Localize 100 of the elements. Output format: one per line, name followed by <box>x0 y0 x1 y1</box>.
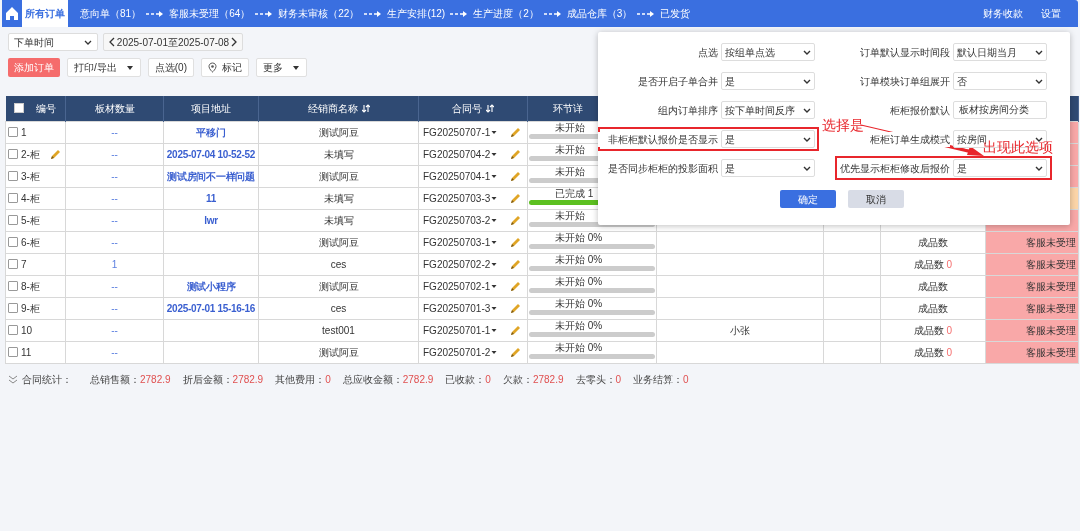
dialog-button[interactable]: 确定 <box>779 190 836 208</box>
progress-text: 已完成 1 <box>555 187 594 200</box>
date-range-picker[interactable]: 2025-07-01至2025-07-08 <box>103 33 243 51</box>
table-cell: -- <box>111 170 118 182</box>
pencil-icon[interactable] <box>509 170 521 182</box>
nav-tab[interactable]: 成品仓库（3） <box>564 0 635 27</box>
arrow-icon <box>146 9 165 18</box>
address-link[interactable]: 11 <box>206 192 216 204</box>
field-label: 组内订单排序 <box>658 104 718 116</box>
settings-select[interactable]: 是 <box>953 159 1047 177</box>
nav-tab[interactable]: 生产进度（2） <box>471 0 541 27</box>
pencil-icon[interactable] <box>509 324 521 336</box>
date-field-select[interactable]: 下单时间 <box>8 33 98 51</box>
row-checkbox[interactable] <box>8 325 18 335</box>
row-checkbox[interactable] <box>8 347 18 357</box>
chevron-down-icon <box>1035 164 1043 172</box>
chevron-down-icon <box>803 135 811 143</box>
chevron-down-icon <box>84 38 92 46</box>
address-link[interactable]: lwr <box>204 214 218 226</box>
pencil-icon[interactable] <box>509 214 521 226</box>
settings-input[interactable]: 板材按房间分类 <box>953 101 1047 119</box>
table-cell: 测试阿豆 <box>318 126 359 138</box>
nav-tab[interactable]: 生产安排(12) <box>385 0 448 27</box>
pencil-icon[interactable] <box>509 192 521 204</box>
row-checkbox[interactable] <box>8 259 18 269</box>
action-button[interactable]: 标记 <box>201 58 249 77</box>
field-label: 订单默认显示时间段 <box>860 46 950 58</box>
table-cell: ces <box>330 258 347 270</box>
table-cell: -- <box>111 236 118 248</box>
settings-select[interactable]: 按下单时间反序 <box>721 101 815 119</box>
nav-tab[interactable]: 已发货 <box>658 0 693 27</box>
nav-tab[interactable]: 财务未审核（22） <box>276 0 362 27</box>
pencil-icon[interactable] <box>509 148 521 160</box>
settings-select[interactable]: 按组单点选 <box>721 43 815 61</box>
chevron-down-icon <box>1035 77 1043 85</box>
row-number: 6-柜 <box>21 235 40 250</box>
settings-select[interactable]: 否 <box>953 72 1047 90</box>
collapse-icon[interactable] <box>8 375 18 384</box>
pencil-icon[interactable] <box>509 126 521 138</box>
pencil-icon[interactable] <box>49 148 61 160</box>
select-all-checkbox[interactable] <box>14 103 25 114</box>
settings-select[interactable]: 是 <box>721 72 815 90</box>
settings-select[interactable]: 默认日期当月 <box>953 43 1047 61</box>
progress-text: 未开始 <box>555 143 585 156</box>
row-checkbox[interactable] <box>8 127 18 137</box>
sort-icon[interactable] <box>486 103 494 113</box>
row-number: 7 <box>21 257 27 272</box>
chevron-down-icon <box>803 164 811 172</box>
dialog-button[interactable]: 取消 <box>847 190 904 208</box>
pencil-icon[interactable] <box>509 346 521 358</box>
caret-icon <box>491 239 498 245</box>
settings-select[interactable]: 是 <box>721 130 815 148</box>
annotation-text: 选择是 <box>822 118 864 132</box>
action-button[interactable]: 点选(0) <box>147 58 194 77</box>
field-label: 优先显示柜柜修改后报价 <box>840 162 950 174</box>
table-cell: 测试阿豆 <box>318 170 359 182</box>
table-cell: 1 <box>111 258 118 270</box>
nav-link[interactable]: 财务收款 <box>983 6 1023 21</box>
row-checkbox[interactable] <box>8 149 18 159</box>
caret-icon <box>491 195 498 201</box>
row-checkbox[interactable] <box>8 281 18 291</box>
nav-tab[interactable]: 客服未受理（64） <box>167 0 253 27</box>
arrow-icon <box>364 9 383 18</box>
action-button[interactable]: 打印/导出 <box>67 58 141 77</box>
pencil-icon[interactable] <box>509 236 521 248</box>
caret-icon <box>491 327 498 333</box>
caret-icon <box>491 173 498 179</box>
action-button[interactable]: 更多 <box>256 58 307 77</box>
nav-tab[interactable]: 所有订单 <box>22 0 68 27</box>
progress-text: 未开始 0% <box>555 341 603 354</box>
arrow-icon <box>450 9 469 18</box>
nav-tab[interactable]: 意向单（81） <box>78 0 144 27</box>
chevron-right-icon[interactable] <box>230 37 238 47</box>
nav-link[interactable]: 设置 <box>1041 6 1061 21</box>
table-cell: -- <box>111 302 118 314</box>
caret-icon <box>491 129 498 135</box>
pencil-icon[interactable] <box>509 302 521 314</box>
pencil-icon[interactable] <box>509 258 521 270</box>
caret-icon <box>491 261 498 267</box>
summary-item: 去零头：0 <box>575 373 622 387</box>
row-checkbox[interactable] <box>8 193 18 203</box>
row-checkbox[interactable] <box>8 237 18 247</box>
table-cell: -- <box>111 214 118 226</box>
row-checkbox[interactable] <box>8 171 18 181</box>
table-cell: 测试阿豆 <box>318 280 359 292</box>
row-number: 10 <box>21 323 33 338</box>
column-header: 合同号 <box>452 101 482 116</box>
chevron-down-icon <box>803 106 811 114</box>
address-link[interactable]: 平移门 <box>196 126 226 138</box>
row-checkbox[interactable] <box>8 215 18 225</box>
column-header: 经销商名称 <box>307 101 358 116</box>
sort-icon[interactable] <box>361 103 370 113</box>
row-checkbox[interactable] <box>8 303 18 313</box>
table-cell: -- <box>111 324 118 336</box>
table-cell: 未填写 <box>323 214 354 226</box>
chevron-left-icon[interactable] <box>108 37 116 47</box>
settings-select[interactable]: 是 <box>721 159 815 177</box>
pencil-icon[interactable] <box>509 280 521 292</box>
caret-icon <box>491 217 498 223</box>
row-number: 4-柜 <box>21 191 40 206</box>
